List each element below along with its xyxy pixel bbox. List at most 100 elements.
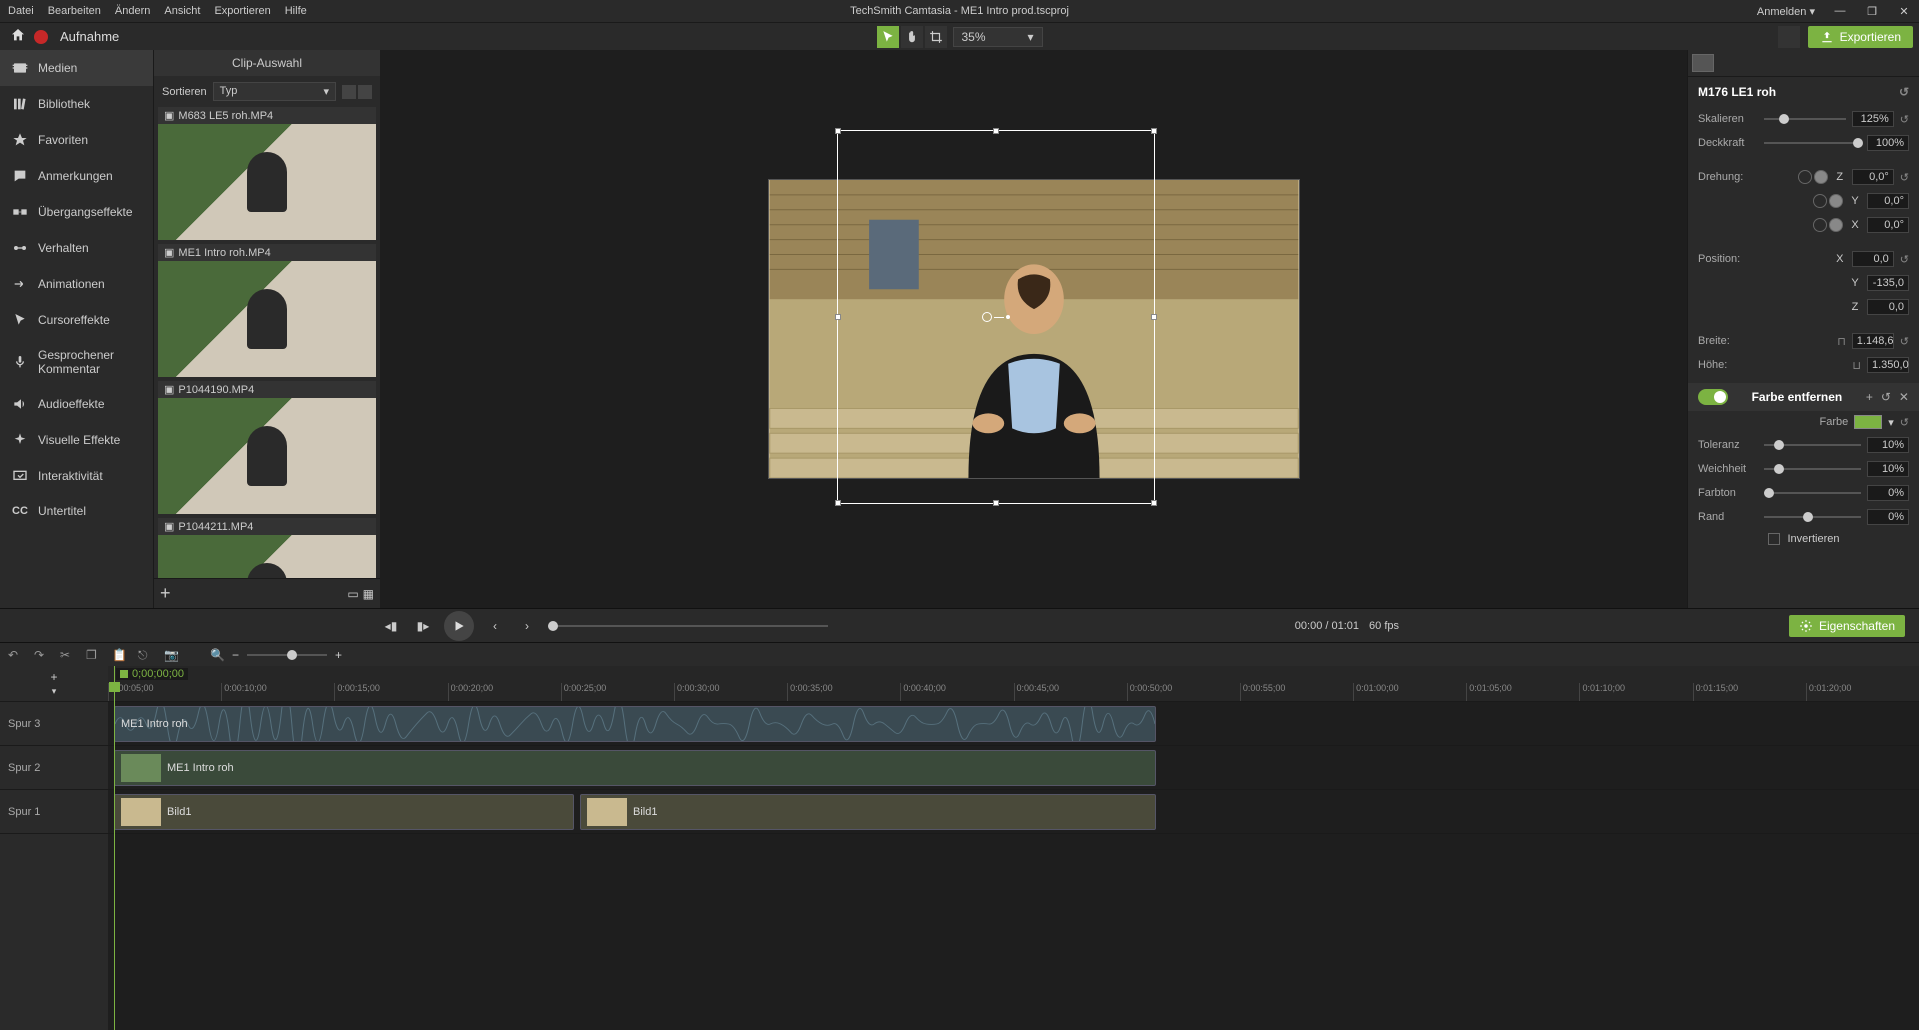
sidebar-item-verhalten[interactable]: Verhalten: [0, 230, 153, 266]
sidebar-item-uebergang[interactable]: Übergangseffekte: [0, 194, 153, 230]
remove-fx-icon[interactable]: ✕: [1899, 390, 1909, 404]
track-label[interactable]: Spur 3: [0, 702, 108, 746]
select-tool-icon[interactable]: [877, 26, 899, 48]
reset-fx-icon[interactable]: ↺: [1881, 390, 1891, 404]
sort-asc-icon[interactable]: [342, 85, 356, 99]
playback-slider[interactable]: [548, 625, 828, 627]
reset-icon[interactable]: ↺: [1900, 171, 1909, 184]
scale-slider[interactable]: [1764, 118, 1846, 120]
playhead[interactable]: [114, 666, 115, 1030]
timeline-area[interactable]: 0;00;00;00 0:00:05;000:00:10;000:00:15;0…: [108, 666, 1919, 1030]
sort-desc-icon[interactable]: [358, 85, 372, 99]
opacity-value[interactable]: 100%: [1867, 135, 1909, 151]
maximize-icon[interactable]: ❐: [1865, 4, 1879, 18]
copy-icon[interactable]: ❐: [86, 648, 100, 662]
invert-checkbox[interactable]: [1768, 533, 1780, 545]
fx-toggle[interactable]: [1698, 389, 1728, 405]
add-track-icon[interactable]: +: [50, 670, 57, 684]
reset-icon[interactable]: ↺: [1900, 113, 1909, 126]
next-marker-icon[interactable]: ›: [516, 615, 538, 637]
reset-icon[interactable]: ↺: [1900, 416, 1909, 429]
tolerance-slider[interactable]: [1764, 444, 1861, 446]
export-button[interactable]: Exportieren: [1808, 26, 1913, 48]
properties-button[interactable]: Eigenschaften: [1789, 615, 1905, 637]
sidebar-item-anmerkungen[interactable]: Anmerkungen: [0, 158, 153, 194]
sort-dropdown[interactable]: Typ▾: [213, 82, 336, 101]
opacity-slider[interactable]: [1764, 142, 1861, 144]
hue-value[interactable]: 0%: [1867, 485, 1909, 501]
add-media-button[interactable]: +: [160, 583, 171, 604]
collapse-tracks-icon[interactable]: ▾: [52, 686, 57, 697]
rotate-icon[interactable]: [1829, 194, 1843, 208]
home-icon[interactable]: [10, 27, 26, 46]
link-icon[interactable]: ⊓: [1837, 335, 1846, 348]
rotation-handle-icon[interactable]: [982, 312, 1010, 322]
download-icon[interactable]: [1778, 26, 1800, 48]
softness-value[interactable]: 10%: [1867, 461, 1909, 477]
rotate-cw-icon[interactable]: [1798, 170, 1812, 184]
scale-value[interactable]: 125%: [1852, 111, 1894, 127]
reset-icon[interactable]: ↺: [1900, 253, 1909, 266]
position-y-value[interactable]: -135,0: [1867, 275, 1909, 291]
timeline-clip[interactable]: ME1 Intro roh: [114, 750, 1156, 786]
canvas-preview[interactable]: [768, 179, 1300, 479]
track-label[interactable]: Spur 2: [0, 746, 108, 790]
prev-frame-icon[interactable]: ◂▮: [380, 615, 402, 637]
rotate-icon[interactable]: [1813, 194, 1827, 208]
close-icon[interactable]: ✕: [1897, 4, 1911, 18]
rotation-y-value[interactable]: 0,0°: [1867, 193, 1909, 209]
rotation-z-value[interactable]: 0,0°: [1852, 169, 1894, 185]
clip-thumbnail[interactable]: [158, 398, 376, 514]
timeline-clip[interactable]: ME1 Intro roh: [114, 706, 1156, 742]
softness-slider[interactable]: [1764, 468, 1861, 470]
sidebar-item-commentary[interactable]: Gesprochener Kommentar: [0, 338, 153, 386]
media-view-icons[interactable]: ▭▦: [347, 587, 374, 601]
sidebar-item-favoriten[interactable]: Favoriten: [0, 122, 153, 158]
menu-hilfe[interactable]: Hilfe: [285, 5, 307, 17]
canvas-zoom-dropdown[interactable]: 35%▾: [953, 27, 1043, 47]
sidebar-item-interaktiv[interactable]: Interaktivität: [0, 458, 153, 494]
height-value[interactable]: 1.350,0: [1867, 357, 1909, 373]
login-menu[interactable]: Anmelden ▾: [1757, 5, 1815, 18]
crop-tool-icon[interactable]: [925, 26, 947, 48]
sidebar-item-audio[interactable]: Audioeffekte: [0, 386, 153, 422]
media-clip[interactable]: ▣ME1 Intro roh.MP4: [158, 244, 376, 377]
media-clip[interactable]: ▣M683 LE5 roh.MP4: [158, 107, 376, 240]
track-label[interactable]: Spur 1: [0, 790, 108, 834]
reset-icon[interactable]: ↺: [1900, 335, 1909, 348]
hue-slider[interactable]: [1764, 492, 1861, 494]
split-icon[interactable]: ⎋: [138, 648, 152, 662]
prev-marker-icon[interactable]: ‹: [484, 615, 506, 637]
menu-ansicht[interactable]: Ansicht: [164, 5, 200, 17]
sidebar-item-cc[interactable]: CCUntertitel: [0, 494, 153, 528]
timeline-zoom-slider[interactable]: [247, 654, 327, 656]
menu-exportieren[interactable]: Exportieren: [214, 5, 270, 17]
paste-icon[interactable]: 📋: [112, 648, 126, 662]
edge-value[interactable]: 0%: [1867, 509, 1909, 525]
sidebar-item-medien[interactable]: Medien: [0, 50, 153, 86]
rotate-icon[interactable]: [1829, 218, 1843, 232]
next-frame-icon[interactable]: ▮▸: [412, 615, 434, 637]
menu-datei[interactable]: Datei: [8, 5, 34, 17]
menu-bearbeiten[interactable]: Bearbeiten: [48, 5, 101, 17]
color-swatch[interactable]: [1854, 415, 1882, 429]
pan-tool-icon[interactable]: [901, 26, 923, 48]
media-clip[interactable]: ▣P1044190.MP4: [158, 381, 376, 514]
sidebar-item-animationen[interactable]: Animationen: [0, 266, 153, 302]
rotation-x-value[interactable]: 0,0°: [1867, 217, 1909, 233]
width-value[interactable]: 1.148,6: [1852, 333, 1894, 349]
tolerance-value[interactable]: 10%: [1867, 437, 1909, 453]
position-x-value[interactable]: 0,0: [1852, 251, 1894, 267]
add-fx-icon[interactable]: +: [1866, 390, 1873, 404]
zoom-icon[interactable]: 🔍: [210, 648, 224, 662]
minimize-icon[interactable]: —: [1833, 4, 1847, 18]
link-icon[interactable]: ⊔: [1852, 359, 1861, 372]
clip-thumbnail[interactable]: [158, 261, 376, 377]
clip-thumbnail[interactable]: [158, 535, 376, 578]
playhead-time[interactable]: 0;00;00;00: [116, 668, 188, 680]
position-z-value[interactable]: 0,0: [1867, 299, 1909, 315]
selection-box[interactable]: [837, 130, 1155, 504]
snapshot-icon[interactable]: 📷: [164, 648, 178, 662]
reset-all-icon[interactable]: ↺: [1899, 85, 1909, 99]
sidebar-item-bibliothek[interactable]: Bibliothek: [0, 86, 153, 122]
